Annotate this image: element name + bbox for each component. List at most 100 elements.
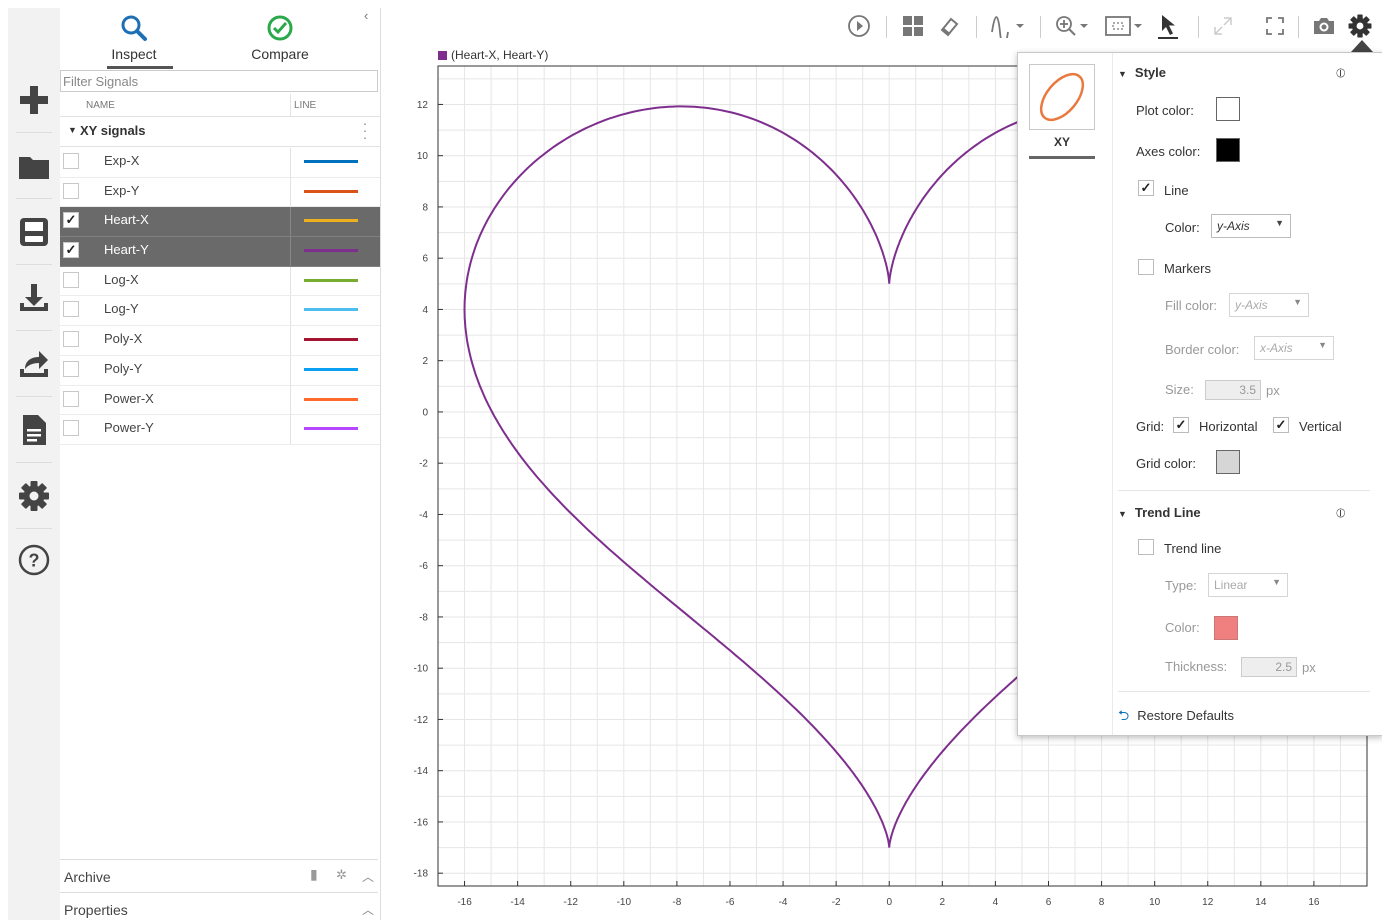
signal-row[interactable]: Log-Y [60,296,380,327]
signal-checkbox[interactable] [63,301,79,318]
layout-button[interactable] [900,12,926,40]
line-label: Line [1164,183,1189,198]
signal-row[interactable]: Power-X [60,385,380,416]
trend-type-dropdown[interactable]: Linear ▼ [1208,573,1288,597]
signal-line-swatch[interactable] [304,338,358,342]
import-button[interactable] [8,272,60,324]
grid-color-swatch[interactable] [1216,450,1240,474]
expand-caret-icon[interactable]: ▼ [68,125,77,135]
style-section-header[interactable]: ▼ Style [1118,65,1166,80]
markers-checkbox[interactable] [1138,259,1154,275]
plot-legend[interactable]: (Heart-X, Heart-Y) [438,48,548,62]
signal-line-swatch[interactable] [304,397,358,401]
link-icon[interactable]: ⦶ [1336,65,1345,81]
signal-checkbox[interactable] [63,182,79,199]
xy-selected-indicator [1029,156,1095,159]
signal-line-swatch[interactable] [304,367,358,371]
archive-section[interactable]: Archive ▮ ✲ ︿ [60,859,378,890]
size-input[interactable]: 3.5 [1205,380,1261,400]
line-column-header[interactable]: LINE [294,100,316,111]
border-color-dropdown[interactable]: x-Axis ▼ [1254,336,1334,360]
signal-checkbox[interactable] [63,360,79,377]
signal-row[interactable]: Exp-Y [60,177,380,208]
signal-checkbox[interactable] [63,153,79,169]
line-color-dropdown[interactable]: y-Axis ▼ [1211,214,1291,238]
chevron-up-icon[interactable]: ︿ [362,901,374,918]
y-tick-label: 8 [422,202,428,213]
tab-compare[interactable]: Compare [220,8,340,70]
trend-color-swatch[interactable] [1214,616,1238,640]
signal-group-xy[interactable]: ▼ XY signals · · · [60,116,380,147]
tab-inspect[interactable]: Inspect [74,8,194,70]
restore-defaults-button[interactable]: ⮌ Restore Defaults [1118,705,1234,729]
legend-swatch [438,50,447,60]
fit-button[interactable] [1102,12,1146,40]
thickness-unit: px [1302,660,1316,675]
signal-line-swatch[interactable] [304,189,358,193]
new-session-button[interactable] [8,74,60,126]
signal-row[interactable]: Poly-X [60,326,380,356]
signal-checkbox[interactable] [63,331,79,348]
x-tick-label: 4 [993,897,999,908]
open-button[interactable] [8,140,60,192]
x-tick-label: -4 [779,897,788,908]
signal-row[interactable]: Power-Y [60,415,380,445]
signal-list: Exp-X Exp-Y ✓ Heart-X ✓ Heart-Y Log-X Log-Y Poly… [60,148,380,445]
xy-ellipse-icon [1039,72,1085,122]
save-button[interactable] [8,206,60,258]
plot-color-swatch[interactable] [1216,97,1240,121]
grid-horizontal-checkbox[interactable]: ✓ [1173,417,1189,433]
signal-row[interactable]: Exp-X [60,148,380,178]
signal-checkbox[interactable]: ✓ [63,242,79,259]
archive-settings-icon[interactable]: ✲ [336,867,347,883]
trash-icon[interactable]: ▮ [310,866,318,883]
link-icon[interactable]: ⦶ [1336,505,1345,521]
y-tick-label: 2 [422,356,428,367]
select-button[interactable] [1154,12,1182,40]
trend-line-checkbox[interactable] [1138,539,1154,555]
signal-line-swatch[interactable] [304,249,358,253]
search-icon [121,15,147,41]
report-button[interactable] [8,404,60,456]
zoom-button[interactable] [1052,12,1092,40]
signal-row[interactable]: ✓ Heart-X [60,207,380,238]
group-options-icon[interactable]: · · · [360,116,370,144]
signal-row[interactable]: Log-X [60,266,380,297]
y-tick-label: 12 [417,100,429,111]
preferences-button[interactable] [8,470,60,522]
xy-plot-type-thumbnail[interactable] [1029,64,1095,130]
axes-color-swatch[interactable] [1216,138,1240,162]
expand-button[interactable] [1210,12,1236,40]
properties-section[interactable]: Properties ︿ [60,892,378,923]
signal-cursor-button[interactable] [988,12,1028,40]
signal-row[interactable]: ✓ Heart-Y [60,237,380,267]
camera-icon [1314,18,1334,34]
clear-button[interactable] [936,12,962,40]
signal-checkbox[interactable] [63,390,79,407]
signal-checkbox[interactable]: ✓ [63,212,79,229]
visualization-settings-button[interactable] [1346,12,1374,40]
signal-line-swatch[interactable] [304,278,358,282]
trend-line-section-header[interactable]: ▼ Trend Line [1118,505,1201,520]
signal-row[interactable]: Poly-Y [60,355,380,386]
play-circle-icon [848,15,870,37]
signal-checkbox[interactable] [63,271,79,288]
signal-line-swatch[interactable] [304,160,358,163]
fullscreen-button[interactable] [1262,12,1288,40]
help-button[interactable]: ? [8,534,60,586]
line-checkbox[interactable]: ✓ [1138,180,1154,196]
signal-line-swatch[interactable] [304,427,358,431]
fill-color-dropdown[interactable]: y-Axis ▼ [1229,293,1309,317]
name-column-header[interactable]: NAME [86,100,115,111]
chevron-up-icon[interactable]: ︿ [362,868,374,885]
signal-line-swatch[interactable] [304,219,358,223]
export-button[interactable] [8,338,60,390]
grid-vertical-checkbox[interactable]: ✓ [1273,417,1289,433]
filter-signals-input[interactable] [60,70,378,92]
snapshot-button[interactable] [1310,12,1338,40]
collapse-panel-icon[interactable]: ‹ [364,8,368,23]
thickness-input[interactable]: 2.5 [1241,657,1297,677]
signal-line-swatch[interactable] [304,308,358,312]
signal-checkbox[interactable] [63,420,79,437]
replay-button[interactable] [846,12,872,40]
